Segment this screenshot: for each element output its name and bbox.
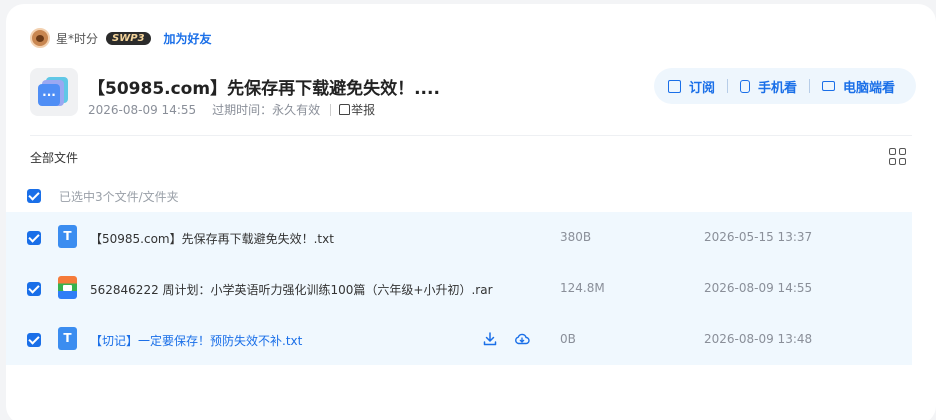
selection-count: 已选中3个文件/文件夹 <box>59 190 179 204</box>
share-title: 【50985.com】先保存再下载避免失效！.... <box>88 79 440 99</box>
subscribe-button[interactable]: 订阅 <box>668 77 715 96</box>
desktop-view-label: 电脑端看 <box>843 80 896 96</box>
action-divider <box>809 79 811 93</box>
file-row[interactable]: T 【50985.com】先保存再下载避免失效！.txt 380B 2026-0… <box>6 212 912 263</box>
bookmark-icon <box>668 79 681 93</box>
file-date: 2026-05-15 13:37 <box>704 230 813 244</box>
save-to-cloud-icon[interactable] <box>514 331 530 347</box>
sharer-info: 星*时分 SWP3 加为好友 <box>30 26 212 50</box>
file-row[interactable]: 562846222 周计划：小学英语听力强化训练100篇（六年级+小升初）.ra… <box>6 263 912 314</box>
username[interactable]: 星*时分 <box>56 30 98 47</box>
file-checkbox[interactable] <box>27 282 41 296</box>
monitor-icon <box>822 81 836 91</box>
file-size: 0B <box>560 332 576 346</box>
file-name[interactable]: 【切记】一定要保存！预防失效不补.txt <box>90 332 302 349</box>
subscribe-label: 订阅 <box>689 80 716 96</box>
file-size: 124.8M <box>560 281 605 295</box>
desktop-view-button[interactable]: 电脑端看 <box>822 77 895 96</box>
mobile-view-button[interactable]: 手机看 <box>740 77 797 96</box>
avatar[interactable] <box>30 28 50 48</box>
expire-value: 永久有效 <box>272 103 321 117</box>
add-friend-link[interactable]: 加为好友 <box>164 30 212 47</box>
action-divider <box>727 79 729 93</box>
share-date: 2026-08-09 14:55 <box>88 102 197 117</box>
expire-label: 过期时间： <box>212 103 273 117</box>
meta-divider <box>330 103 332 116</box>
file-size: 380B <box>560 230 592 244</box>
view-actions-bar: 订阅 手机看 电脑端看 <box>654 68 916 104</box>
file-name[interactable]: 562846222 周计划：小学英语听力强化训练100篇（六年级+小升初）.ra… <box>90 281 493 298</box>
share-card: 星*时分 SWP3 加为好友 ··· 【50985.com】先保存再下载避免失效… <box>6 4 936 420</box>
report-button[interactable]: 举报 <box>339 101 375 118</box>
file-date: 2026-08-09 13:48 <box>704 332 813 346</box>
vip-badge: SWP3 <box>106 31 151 45</box>
breadcrumb-all-files[interactable]: 全部文件 <box>30 149 78 166</box>
share-meta: 2026-08-09 14:55 过期时间： 永久有效 举报 <box>88 101 375 118</box>
report-icon <box>339 104 351 115</box>
download-icon[interactable] <box>482 331 498 347</box>
rar-file-icon <box>58 276 77 299</box>
file-checkbox[interactable] <box>27 231 41 245</box>
file-list: T 【50985.com】先保存再下载避免失效！.txt 380B 2026-0… <box>6 212 912 365</box>
file-checkbox[interactable] <box>27 333 41 347</box>
mobile-view-label: 手机看 <box>758 80 798 96</box>
txt-file-icon: T <box>58 225 77 248</box>
file-date: 2026-08-09 14:55 <box>704 281 813 295</box>
report-label: 举报 <box>351 103 376 117</box>
grid-view-icon[interactable] <box>889 148 906 165</box>
phone-icon <box>740 79 751 93</box>
select-all-checkbox[interactable] <box>27 189 41 203</box>
txt-file-icon: T <box>58 327 77 350</box>
header-divider <box>30 135 912 136</box>
file-row[interactable]: T 【切记】一定要保存！预防失效不补.txt 0B 2026-08-09 13:… <box>6 314 912 365</box>
share-folder-icon: ··· <box>30 68 78 116</box>
file-name[interactable]: 【50985.com】先保存再下载避免失效！.txt <box>90 230 334 247</box>
